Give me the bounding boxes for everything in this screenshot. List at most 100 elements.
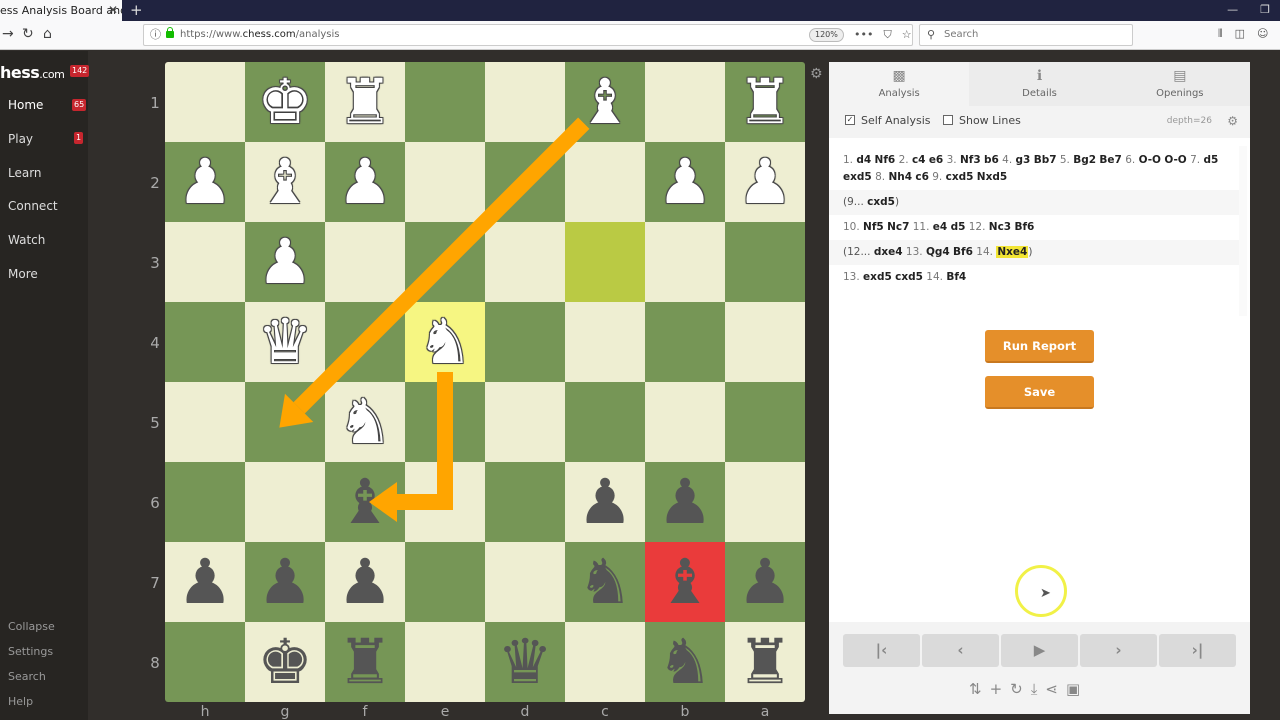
square-d6[interactable] xyxy=(485,462,565,542)
black-rook-icon[interactable]: ♜ xyxy=(337,631,393,693)
square-g5[interactable] xyxy=(245,382,325,462)
sidebar-search[interactable]: Search xyxy=(8,670,46,683)
square-h5[interactable] xyxy=(165,382,245,462)
library-icon[interactable]: ⫴ xyxy=(1218,27,1223,41)
sidebar-item-learn[interactable]: Learn xyxy=(8,166,42,180)
black-bishop-icon[interactable]: ♝ xyxy=(337,471,393,533)
square-h2[interactable]: ♟ xyxy=(165,142,245,222)
move-list-scrollbar[interactable] xyxy=(1239,146,1247,316)
square-g6[interactable] xyxy=(245,462,325,542)
white-pawn-icon[interactable]: ♟ xyxy=(177,151,233,213)
square-g4[interactable]: ♛ xyxy=(245,302,325,382)
white-pawn-icon[interactable]: ♟ xyxy=(737,151,793,213)
chess-board[interactable]: ♚ ♜ ♝ ♜ ♟ ♝ ♟ ♟ ♟ ♟ ♛ ♞ ♞ ♝ ♟ ♟ ♟ ♟ ♟ ♞ ♝ ♟ ♚ ♜ ♛ ♞ ♜ xyxy=(165,62,805,702)
forward-icon[interactable]: → xyxy=(2,26,14,42)
sidebar-collapse[interactable]: Collapse xyxy=(8,620,55,633)
square-d5[interactable] xyxy=(485,382,565,462)
sidebar-item-play[interactable]: Play xyxy=(8,132,33,146)
new-tab-button[interactable]: + xyxy=(130,0,143,21)
square-e4[interactable]: ♞ xyxy=(405,302,485,382)
black-pawn-icon[interactable]: ♟ xyxy=(577,471,633,533)
sidebar-help[interactable]: Help xyxy=(8,695,33,708)
run-report-button[interactable]: Run Report xyxy=(985,330,1094,363)
previous-move-button[interactable]: ‹ xyxy=(922,634,999,667)
move[interactable]: d4 xyxy=(856,154,871,166)
square-g7[interactable]: ♟ xyxy=(245,542,325,622)
white-pawn-icon[interactable]: ♟ xyxy=(257,231,313,293)
square-b5[interactable] xyxy=(645,382,725,462)
square-b7[interactable]: ♝ xyxy=(645,542,725,622)
square-c2[interactable] xyxy=(565,142,645,222)
black-rook-icon[interactable]: ♜ xyxy=(737,631,793,693)
move[interactable]: g3 xyxy=(1016,154,1031,166)
square-a3[interactable] xyxy=(725,222,805,302)
square-h6[interactable] xyxy=(165,462,245,542)
zoom-level[interactable]: 120% xyxy=(809,28,844,42)
square-e2[interactable] xyxy=(405,142,485,222)
square-a5[interactable] xyxy=(725,382,805,462)
square-c1[interactable]: ♝ xyxy=(565,62,645,142)
square-c3[interactable] xyxy=(565,222,645,302)
move[interactable]: Bg2 xyxy=(1073,154,1096,166)
black-pawn-icon[interactable]: ♟ xyxy=(177,551,233,613)
square-e6[interactable] xyxy=(405,462,485,542)
square-d4[interactable] xyxy=(485,302,565,382)
move[interactable]: exd5 xyxy=(843,171,872,183)
square-a2[interactable]: ♟ xyxy=(725,142,805,222)
square-g2[interactable]: ♝ xyxy=(245,142,325,222)
reset-icon[interactable]: ↻ xyxy=(1010,680,1023,698)
move[interactable]: Qg4 xyxy=(926,246,950,258)
square-h4[interactable] xyxy=(165,302,245,382)
square-b3[interactable] xyxy=(645,222,725,302)
move[interactable]: Bf6 xyxy=(1014,221,1034,233)
browser-tab[interactable]: ess Analysis Board and PGN ✕ xyxy=(0,0,122,21)
square-c6[interactable]: ♟ xyxy=(565,462,645,542)
move[interactable]: O-O xyxy=(1164,154,1186,166)
white-rook-icon[interactable]: ♜ xyxy=(337,71,393,133)
square-e7[interactable] xyxy=(405,542,485,622)
move[interactable]: Nf3 xyxy=(960,154,981,166)
move[interactable]: Nc7 xyxy=(887,221,909,233)
square-c7[interactable]: ♞ xyxy=(565,542,645,622)
black-pawn-icon[interactable]: ♟ xyxy=(257,551,313,613)
black-pawn-icon[interactable]: ♟ xyxy=(337,551,393,613)
square-f4[interactable] xyxy=(325,302,405,382)
white-knight-icon[interactable]: ♞ xyxy=(417,311,473,373)
move[interactable]: cxd5 xyxy=(895,271,923,283)
square-d3[interactable] xyxy=(485,222,565,302)
square-f5[interactable]: ♞ xyxy=(325,382,405,462)
pocket-icon[interactable]: ⛉ xyxy=(883,25,891,45)
account-icon[interactable]: ☺ xyxy=(1257,27,1268,41)
flip-board-icon[interactable]: ⇅ xyxy=(969,680,982,698)
minimize-icon[interactable]: — xyxy=(1227,0,1238,19)
url-bar[interactable]: ⓘ https://www.chess.com/analysis 120% ••… xyxy=(143,24,913,46)
white-bishop-icon[interactable]: ♝ xyxy=(257,151,313,213)
black-pawn-icon[interactable]: ♟ xyxy=(657,471,713,533)
square-c8[interactable] xyxy=(565,622,645,702)
white-pawn-icon[interactable]: ♟ xyxy=(657,151,713,213)
share-icon[interactable]: ⋖ xyxy=(1045,680,1058,698)
sidebar-item-connect[interactable]: Connect xyxy=(8,199,58,213)
square-f2[interactable]: ♟ xyxy=(325,142,405,222)
search-input[interactable]: ⚲ Search xyxy=(919,24,1133,46)
add-icon[interactable]: + xyxy=(990,680,1003,698)
next-move-button[interactable]: › xyxy=(1080,634,1157,667)
move[interactable]: b6 xyxy=(984,154,999,166)
download-icon[interactable]: ⤓ xyxy=(1031,680,1038,698)
black-knight-icon[interactable]: ♞ xyxy=(657,631,713,693)
square-b2[interactable]: ♟ xyxy=(645,142,725,222)
square-f6[interactable]: ♝ xyxy=(325,462,405,542)
square-e1[interactable] xyxy=(405,62,485,142)
black-king-icon[interactable]: ♚ xyxy=(257,631,313,693)
square-d1[interactable] xyxy=(485,62,565,142)
move[interactable]: exd5 xyxy=(863,271,892,283)
white-queen-icon[interactable]: ♛ xyxy=(257,311,313,373)
square-a4[interactable] xyxy=(725,302,805,382)
play-button[interactable]: ▶ xyxy=(1001,634,1078,667)
move[interactable]: c6 xyxy=(915,171,929,183)
close-tab-icon[interactable]: ✕ xyxy=(108,0,118,21)
square-f7[interactable]: ♟ xyxy=(325,542,405,622)
black-queen-icon[interactable]: ♛ xyxy=(497,631,553,693)
move[interactable]: dxe4 xyxy=(874,246,903,258)
black-pawn-icon[interactable]: ♟ xyxy=(737,551,793,613)
